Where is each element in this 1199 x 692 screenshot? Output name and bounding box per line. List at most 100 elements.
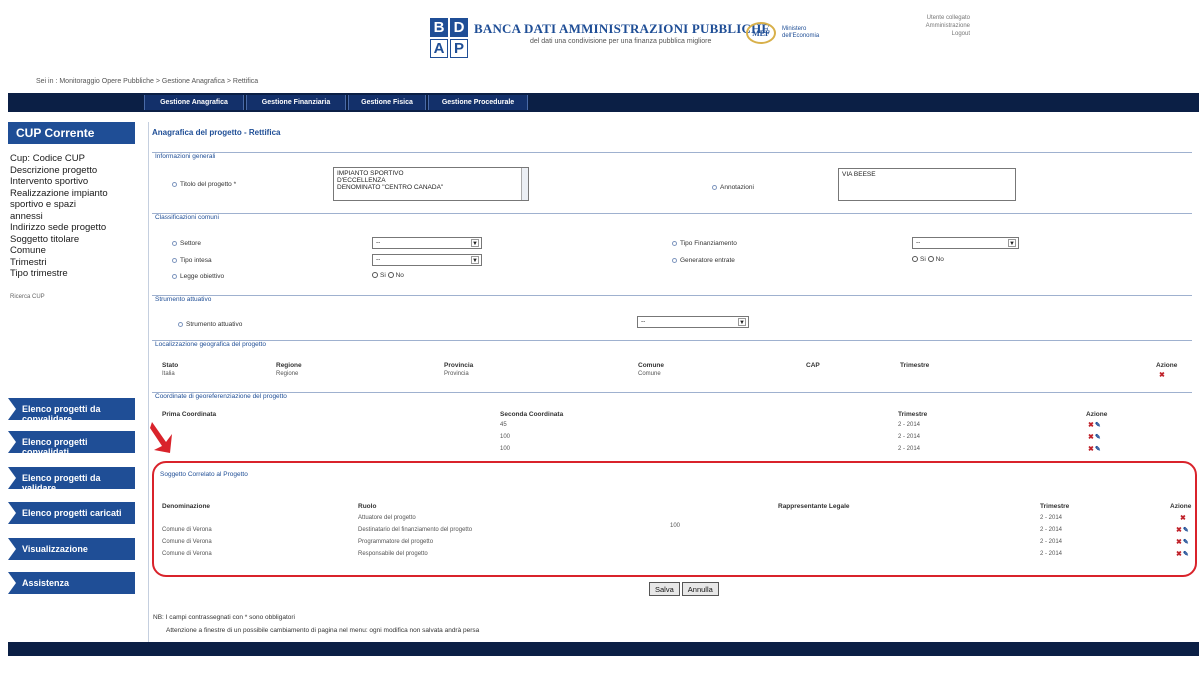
user-line: Utente collegato bbox=[926, 15, 970, 21]
sidebar-item-assistenza[interactable]: Assistenza bbox=[8, 572, 135, 594]
delete-icon[interactable]: ✖ bbox=[1088, 446, 1094, 453]
mef-logo: MEF Ministero dell'Economia bbox=[746, 22, 820, 44]
tab-gestione-finanziaria[interactable]: Gestione Finanziaria bbox=[246, 95, 346, 110]
ricerca-cup-link[interactable]: Ricerca CUP bbox=[10, 292, 145, 304]
cup-info-line: Descrizione progetto bbox=[10, 164, 98, 176]
textarea-line: IMPIANTO SPORTIVO bbox=[337, 170, 404, 177]
tab-gestione-procedurale[interactable]: Gestione Procedurale bbox=[428, 95, 528, 110]
tipo-finanziamento-select[interactable]: -- ▼ bbox=[912, 237, 1019, 249]
logo-letter-a: A bbox=[430, 39, 448, 58]
legge-obiettivo-radio[interactable]: Si No bbox=[372, 272, 404, 279]
sidebar-item-progetti-da-convalidare[interactable]: Elenco progetti da convalidare bbox=[8, 398, 135, 424]
radio-no-label: No bbox=[395, 272, 404, 279]
coord-cell-trimestre: 2 - 2014 bbox=[898, 446, 921, 452]
cup-info-line: sportivo e spazi bbox=[10, 199, 77, 210]
loc-header-cap: CAP bbox=[806, 362, 820, 369]
info-dot-icon[interactable] bbox=[172, 181, 177, 187]
cup-info-line: annessi bbox=[10, 210, 43, 222]
scrollbar[interactable] bbox=[521, 168, 528, 200]
delete-icon[interactable]: ✖ bbox=[1180, 515, 1186, 522]
section-divider bbox=[152, 213, 1192, 214]
settore-select[interactable]: -- ▼ bbox=[372, 237, 482, 249]
section-divider bbox=[152, 340, 1192, 341]
sidebar-item-progetti-caricati[interactable]: Elenco progetti caricati bbox=[8, 502, 135, 524]
loc-cell-comune: Comune bbox=[638, 371, 661, 377]
titolo-progetto-textarea[interactable]: IMPIANTO SPORTIVO D'ECCELLENZA DENOMINAT… bbox=[333, 167, 529, 201]
delete-icon[interactable]: ✖ bbox=[1088, 434, 1094, 441]
top-navigation: Gestione Anagrafica Gestione Finanziaria… bbox=[8, 93, 1199, 112]
generatore-entrate-radio[interactable]: Si No bbox=[912, 256, 944, 263]
info-dot-icon[interactable] bbox=[172, 273, 177, 279]
info-dot-icon[interactable] bbox=[672, 257, 677, 263]
coord-header-seconda: Seconda Coordinata bbox=[500, 411, 564, 418]
sogg-header-rappresentante: Rappresentante Legale bbox=[778, 503, 850, 510]
radio-no[interactable] bbox=[387, 272, 394, 279]
delete-icon[interactable]: ✖ bbox=[1176, 527, 1182, 534]
required-fields-note: NB: I campi contrassegnati con * sono ob… bbox=[153, 614, 295, 621]
coord-header-azione: Azione bbox=[1086, 411, 1108, 418]
sogg-cell-denominazione: Comune di Verona bbox=[162, 527, 212, 533]
section-informazioni-generali: Informazioni generali bbox=[155, 153, 216, 160]
radio-si-label: Si bbox=[380, 272, 386, 279]
coord-cell-seconda: 100 bbox=[500, 446, 511, 452]
radio-no[interactable] bbox=[927, 256, 934, 263]
bdap-logo: B D A P bbox=[430, 18, 468, 58]
info-dot-icon[interactable] bbox=[172, 257, 177, 263]
radio-si-label: Si bbox=[920, 256, 926, 263]
notch-icon bbox=[8, 538, 16, 560]
section-divider bbox=[152, 392, 1192, 393]
strumento-attuativo-label: Strumento attuativo bbox=[178, 321, 242, 328]
label-text: Legge obiettivo bbox=[180, 273, 225, 280]
info-dot-icon[interactable] bbox=[178, 321, 183, 327]
cup-info-line: Soggetto titolare bbox=[10, 233, 80, 245]
info-dot-icon[interactable] bbox=[172, 240, 177, 246]
tab-gestione-fisica[interactable]: Gestione Fisica bbox=[348, 95, 426, 110]
annulla-button[interactable]: Annulla bbox=[681, 582, 719, 596]
coord-cell-trimestre: 2 - 2014 bbox=[898, 422, 921, 428]
coord-row-actions: ✖✎ bbox=[1088, 421, 1101, 429]
tipo-intesa-select[interactable]: -- ▼ bbox=[372, 254, 482, 266]
edit-icon[interactable]: ✎ bbox=[1183, 527, 1189, 534]
tab-gestione-anagrafica[interactable]: Gestione Anagrafica bbox=[144, 95, 244, 110]
sidebar-item-progetti-da-validare[interactable]: Elenco progetti da validare bbox=[8, 467, 135, 493]
radio-si[interactable] bbox=[912, 256, 918, 263]
coord-row-actions: ✖✎ bbox=[1088, 433, 1101, 441]
coord-cell-seconda: 45 bbox=[500, 422, 507, 428]
annotazioni-textarea[interactable]: VIA BEESE bbox=[838, 168, 1016, 201]
delete-icon[interactable]: ✖ bbox=[1088, 422, 1094, 429]
sogg-cell-trimestre: 2 - 2014 bbox=[1040, 551, 1063, 557]
notch-icon bbox=[8, 398, 16, 420]
label-text: Strumento attuativo bbox=[186, 321, 243, 328]
sidebar-item-label: Elenco progetti da convalidare bbox=[22, 404, 101, 424]
tipo-finanziamento-label: Tipo Finanziamento bbox=[672, 240, 737, 247]
edit-icon[interactable]: ✎ bbox=[1095, 434, 1101, 441]
mef-text: Ministero dell'Economia bbox=[782, 26, 820, 39]
section-classificazioni-comuni: Classificazioni comuni bbox=[155, 214, 219, 221]
strumento-attuativo-select[interactable]: -- ▼ bbox=[637, 316, 749, 328]
salva-button[interactable]: Salva bbox=[649, 582, 680, 596]
edit-icon[interactable]: ✎ bbox=[1095, 422, 1101, 429]
loc-header-azione: Azione bbox=[1156, 362, 1178, 369]
sidebar-item-progetti-convalidati[interactable]: Elenco progetti convalidati bbox=[8, 431, 135, 457]
sogg-row-actions: ✖✎ bbox=[1176, 538, 1189, 546]
cup-info-line: Cup: Codice CUP bbox=[10, 153, 85, 164]
delete-icon[interactable]: ✖ bbox=[1176, 539, 1182, 546]
edit-icon[interactable]: ✎ bbox=[1183, 539, 1189, 546]
info-dot-icon[interactable] bbox=[712, 184, 717, 190]
select-value: -- bbox=[641, 318, 646, 325]
chevron-down-icon: ▼ bbox=[471, 239, 479, 247]
logout-link[interactable]: Logout bbox=[870, 30, 970, 38]
delete-icon[interactable]: ✖ bbox=[1176, 551, 1182, 558]
cup-info-line: Comune bbox=[10, 245, 46, 256]
user-info: Utente collegato Amministrazione Logout bbox=[870, 14, 970, 38]
edit-icon[interactable]: ✎ bbox=[1095, 446, 1101, 453]
edit-icon[interactable]: ✎ bbox=[1183, 551, 1189, 558]
radio-si[interactable] bbox=[372, 272, 378, 279]
delete-icon[interactable]: ✖ bbox=[1159, 372, 1165, 379]
cup-info-line: Intervento sportivo bbox=[10, 176, 89, 187]
sogg-cell-trimestre: 2 - 2014 bbox=[1040, 527, 1063, 533]
sidebar-item-visualizzazione[interactable]: Visualizzazione bbox=[8, 538, 135, 560]
loc-header-trimestre: Trimestre bbox=[900, 362, 930, 369]
sogg-header-denominazione: Denominazione bbox=[162, 503, 211, 510]
info-dot-icon[interactable] bbox=[672, 240, 677, 246]
